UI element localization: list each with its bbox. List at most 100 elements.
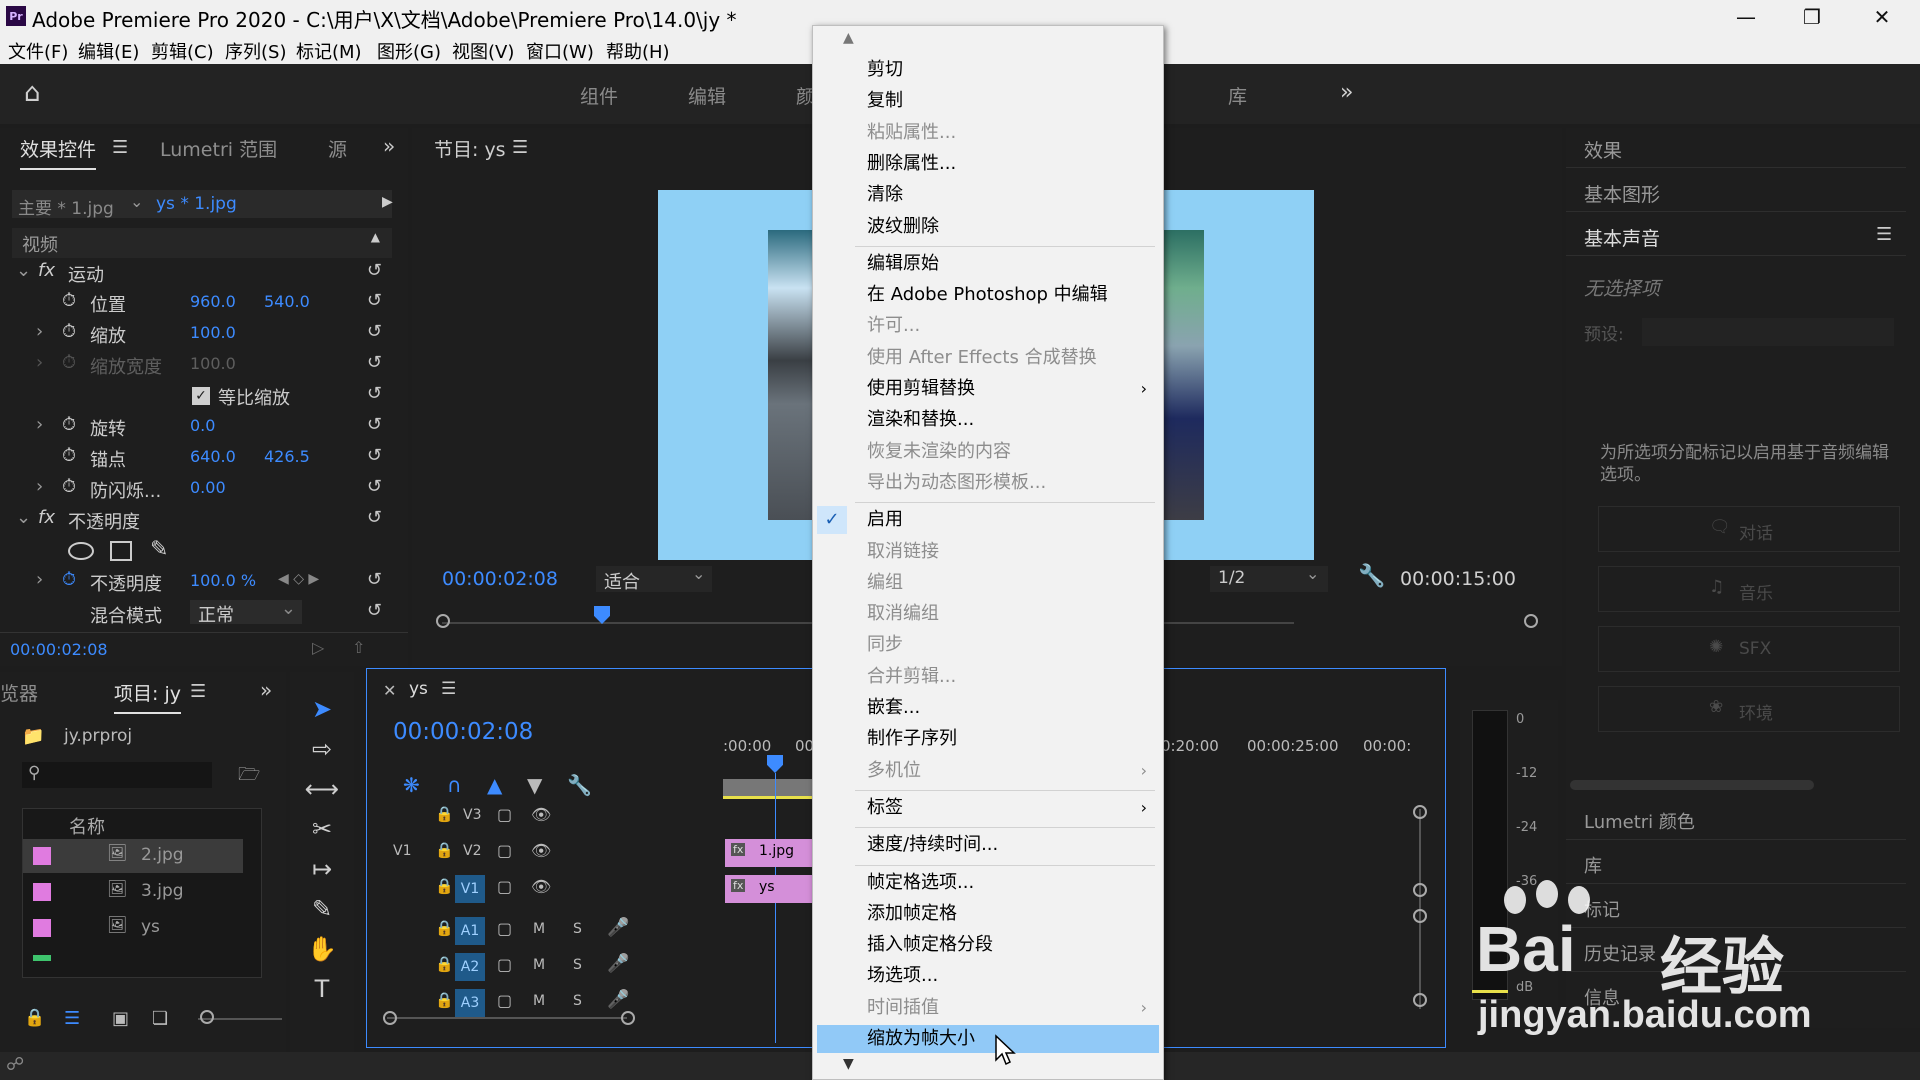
playhead-icon[interactable]	[767, 755, 783, 773]
flicker-value[interactable]: 0.00	[190, 478, 226, 497]
context-menu-item[interactable]: 速度/持续时间...	[817, 831, 1159, 859]
lock-icon[interactable]: 🔒	[24, 1008, 45, 1028]
panel-menu-icon[interactable]: ☰	[1876, 224, 1892, 245]
sync-lock-icon[interactable]: ▢	[497, 877, 512, 896]
reset-icon[interactable]: ↺	[367, 383, 382, 404]
sfx-button[interactable]: ✺ SFX	[1598, 626, 1900, 672]
context-menu-item[interactable]: 许可...	[817, 312, 1159, 340]
opacity-value[interactable]: 100.0 %	[190, 571, 256, 590]
wrench-icon[interactable]: 🔧	[1358, 564, 1385, 589]
eye-icon[interactable]: 👁	[531, 877, 551, 896]
panel-essential-sound[interactable]: 基本声音 ☰	[1566, 216, 1906, 256]
tab-source[interactable]: 源	[328, 135, 347, 162]
microphone-icon[interactable]: 🎤	[607, 989, 629, 1010]
dialogue-button[interactable]: 🗨 对话	[1598, 506, 1900, 552]
context-menu-item[interactable]: 插入帧定格分段	[817, 931, 1159, 959]
menu-help[interactable]: 帮助(H)	[606, 38, 670, 64]
stopwatch-icon[interactable]: ⏱	[62, 414, 76, 435]
scrubber-end-handle[interactable]	[1524, 614, 1538, 628]
reset-icon[interactable]: ↺	[367, 290, 382, 311]
effect-opacity[interactable]: ⌄ fx 不透明度 ↺	[12, 505, 392, 535]
resolution-select[interactable]: 1/2 ⌄	[1210, 564, 1328, 592]
program-timecode[interactable]: 00:00:02:08	[442, 568, 558, 590]
context-menu-item[interactable]: 编辑原始	[817, 250, 1159, 278]
horizontal-scrollbar[interactable]	[1570, 780, 1814, 790]
pen-mask-icon[interactable]: ✎	[150, 537, 168, 562]
menu-sequence[interactable]: 序列(S)	[225, 38, 286, 64]
reset-icon[interactable]: ↺	[367, 445, 382, 466]
context-menu-item[interactable]: 合并剪辑...	[817, 663, 1159, 691]
context-menu-item[interactable]: 嵌套...	[817, 694, 1159, 722]
list-item[interactable]: 🖼 2.jpg	[23, 839, 243, 873]
scroll-up-icon[interactable]: ▲	[843, 30, 854, 46]
panel-menu-icon[interactable]: ☰	[190, 681, 206, 702]
timeline-settings-icon[interactable]: 🔧	[567, 773, 592, 797]
scroll-handle[interactable]	[383, 1011, 397, 1025]
scale-value[interactable]: 100.0	[190, 323, 236, 342]
close-icon[interactable]: ✕	[383, 681, 396, 700]
sequence-clip-label[interactable]: ys * 1.jpg	[156, 194, 237, 214]
close-icon[interactable]: ✕	[1852, 0, 1912, 34]
selection-tool-icon[interactable]: ➤	[300, 692, 344, 726]
rotation-value[interactable]: 0.0	[190, 416, 215, 435]
add-marker-icon[interactable]: ▼	[527, 773, 542, 797]
context-menu-item[interactable]: 粘贴属性...	[817, 119, 1159, 147]
export-icon[interactable]: ⇧	[352, 638, 365, 657]
scroll-handle[interactable]	[1413, 909, 1427, 923]
tab-effect-controls[interactable]: 效果控件	[20, 135, 97, 170]
track-target-a3[interactable]: A3	[455, 989, 485, 1017]
mute-button[interactable]: M	[533, 993, 545, 1009]
panel-menu-icon[interactable]: ☰	[512, 137, 528, 158]
context-menu-item[interactable]: 波纹删除	[817, 213, 1159, 241]
tab-lumetri-scopes[interactable]: Lumetri 范围	[160, 135, 277, 162]
list-item[interactable]: 🖼 ys	[23, 911, 243, 945]
context-menu-item[interactable]: 清除	[817, 181, 1159, 209]
microphone-icon[interactable]: 🎤	[607, 917, 629, 938]
menu-file[interactable]: 文件(F)	[8, 38, 68, 64]
lock-icon[interactable]: 🔒	[435, 919, 454, 937]
sync-lock-icon[interactable]: ▢	[497, 955, 512, 974]
preset-select[interactable]	[1642, 318, 1894, 346]
context-menu-item[interactable]: 恢复未渲染的内容	[817, 438, 1159, 466]
context-menu-item[interactable]: 取消链接	[817, 538, 1159, 566]
timeline-horizontal-scroll[interactable]	[387, 1017, 627, 1019]
menu-window[interactable]: 窗口(W)	[526, 38, 594, 64]
workspace-editing[interactable]: 编辑	[688, 82, 726, 109]
context-menu-item[interactable]: 复制	[817, 87, 1159, 115]
anchor-y-value[interactable]: 426.5	[264, 447, 310, 466]
scroll-handle[interactable]	[1413, 883, 1427, 897]
context-menu-item[interactable]: 同步	[817, 631, 1159, 659]
solo-button[interactable]: S	[573, 921, 582, 937]
icon-view-icon[interactable]: ▣	[112, 1008, 129, 1029]
effect-motion[interactable]: ⌄ fx 运动 ↺	[12, 258, 392, 288]
workspace-libraries[interactable]: 库	[1228, 82, 1247, 109]
home-icon[interactable]: ⌂	[24, 78, 41, 108]
menu-graphics[interactable]: 图形(G)	[377, 38, 441, 64]
position-y-value[interactable]: 540.0	[264, 292, 310, 311]
add-marker-alt-icon[interactable]: ▲	[487, 773, 502, 797]
clip-v1[interactable]: fx ys	[725, 875, 815, 903]
context-menu-item[interactable]: 多机位 ›	[817, 757, 1159, 785]
context-menu-item[interactable]: 帧定格选项...	[817, 869, 1159, 897]
reset-icon[interactable]: ↺	[367, 414, 382, 435]
new-bin-icon[interactable]: 🗁	[238, 762, 260, 792]
reset-icon[interactable]: ↺	[367, 352, 382, 373]
sync-lock-icon[interactable]: ▢	[497, 805, 512, 824]
reset-icon[interactable]: ↺	[367, 569, 382, 590]
minimize-icon[interactable]: —	[1716, 0, 1776, 34]
menu-view[interactable]: 视图(V)	[452, 38, 514, 64]
context-menu-item[interactable]: 制作子序列	[817, 725, 1159, 753]
zoom-slider-handle[interactable]	[200, 1010, 214, 1024]
eye-icon[interactable]: 👁	[531, 805, 551, 824]
panel-overflow-icon[interactable]: »	[383, 134, 395, 158]
sequence-tab[interactable]: ys	[409, 679, 428, 699]
track-target-a2[interactable]: A2	[455, 953, 485, 981]
keyframe-nav-icon[interactable]: ◀ ◇ ▶	[278, 571, 319, 587]
context-menu-item[interactable]: 标签 ›	[817, 794, 1159, 822]
microphone-icon[interactable]: 🎤	[607, 953, 629, 974]
context-menu-item[interactable]: 使用 After Effects 合成替换	[817, 344, 1159, 372]
panel-lumetri-color[interactable]: Lumetri 颜色	[1566, 800, 1906, 840]
solo-button[interactable]: S	[573, 993, 582, 1009]
program-monitor-title[interactable]: 节目: ys	[434, 135, 506, 162]
ripple-edit-tool-icon[interactable]: ⟷	[300, 772, 344, 806]
